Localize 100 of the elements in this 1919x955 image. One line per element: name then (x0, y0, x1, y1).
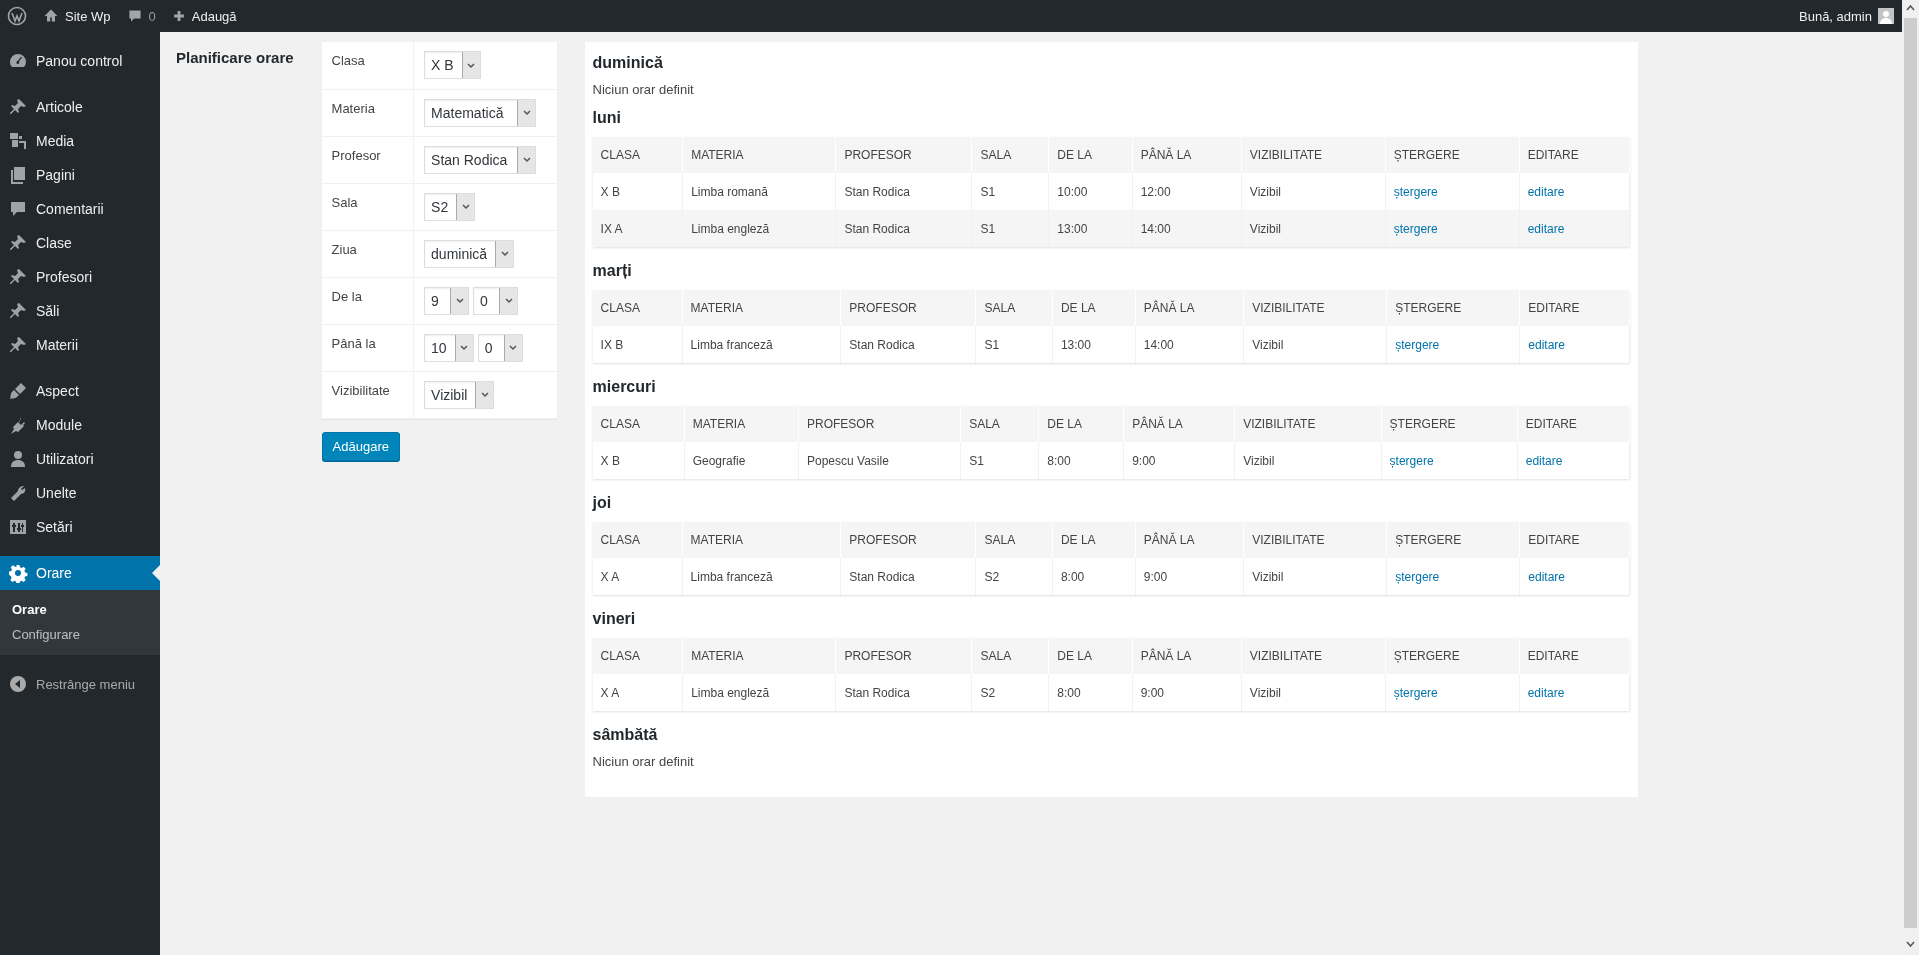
sliders-icon (8, 517, 28, 537)
column-header: CLASA (592, 638, 683, 674)
menu-item[interactable]: Aspect (0, 374, 160, 408)
delete-link[interactable]: ștergere (1393, 685, 1438, 700)
menu-item[interactable]: Media (0, 124, 160, 158)
dropdown[interactable]: 0 (473, 286, 519, 315)
pushpin-icon (8, 233, 28, 253)
table-cell: 12:00 (1132, 173, 1242, 210)
menu-item[interactable]: Articole (0, 90, 160, 124)
new-content-link[interactable]: Adaugă (163, 0, 245, 32)
table-cell: 8:00 (1038, 442, 1124, 479)
day-heading: duminică (592, 54, 663, 72)
column-header: VIZIBILITATE (1241, 638, 1386, 674)
menu-item[interactable]: Module (0, 408, 160, 442)
submenu-item[interactable]: Configurare (0, 622, 92, 647)
chevron-icon (509, 344, 518, 351)
table-cell: 9:00 (1135, 558, 1244, 595)
column-header: MATERIA (684, 406, 799, 442)
dropdown[interactable]: Stan Rodica (424, 145, 537, 174)
delete-link[interactable]: ștergere (1393, 221, 1438, 236)
table-cell: Vizibil (1241, 674, 1386, 711)
edit-link[interactable]: editare (1528, 337, 1565, 352)
submenu-item[interactable]: Orare (0, 597, 59, 622)
comment-icon (8, 199, 28, 219)
column-header: SALA (971, 137, 1049, 173)
column-header: SALA (960, 406, 1039, 442)
table-cell: Stan Rodica (835, 674, 972, 711)
table-cell: 8:00 (1052, 558, 1136, 595)
dropdown[interactable]: duminică (424, 239, 515, 268)
table-cell: Vizibil (1241, 210, 1386, 247)
day-heading: vineri (592, 610, 636, 628)
account-menu[interactable]: Bună, admin (1791, 0, 1902, 32)
column-header: MATERIA (682, 522, 841, 558)
dropdown[interactable]: S2 (424, 192, 476, 221)
table-cell: Limba engleză (682, 210, 836, 247)
table-cell: Stan Rodica (840, 326, 976, 363)
menu-item[interactable]: Panou control (0, 44, 160, 78)
table-cell: Geografie (684, 442, 799, 479)
menu-item[interactable]: Pagini (0, 158, 160, 192)
table-cell: 8:00 (1048, 674, 1133, 711)
table-cell: IX A (592, 210, 683, 247)
field-label: Clasa (321, 42, 414, 89)
column-header: CLASA (592, 406, 685, 442)
column-header: PROFESOR (835, 638, 972, 674)
menu-item[interactable]: Orare (0, 556, 160, 590)
dropdown[interactable]: 10 (424, 333, 474, 362)
field-label: Sala (321, 183, 414, 230)
collapse-menu-button[interactable]: Restrânge meniu (0, 667, 143, 701)
column-header: ȘTERGERE (1386, 522, 1520, 558)
media-icon (8, 131, 28, 151)
column-header: PÂNĂ LA (1135, 290, 1244, 326)
edit-link[interactable]: editare (1525, 453, 1563, 468)
column-header: CLASA (592, 522, 683, 558)
edit-link[interactable]: editare (1527, 184, 1565, 199)
menu-item[interactable]: Săli (0, 294, 160, 328)
table-cell: 14:00 (1132, 210, 1242, 247)
delete-link[interactable]: ștergere (1393, 184, 1438, 199)
column-header: SALA (971, 638, 1049, 674)
column-header: ȘTERGERE (1385, 638, 1520, 674)
edit-link[interactable]: editare (1527, 221, 1565, 236)
menu-item[interactable]: Setări (0, 510, 160, 544)
dropdown[interactable]: 0 (477, 333, 523, 362)
day-heading: marți (592, 262, 632, 280)
chevron-icon (504, 297, 513, 304)
add-button[interactable]: Adăugare (321, 431, 400, 461)
table-cell: X B (592, 442, 685, 479)
menu-item[interactable]: Profesori (0, 260, 160, 294)
table-cell: S2 (971, 674, 1049, 711)
dropdown[interactable]: X B (424, 51, 481, 79)
column-header: VIZIBILITATE (1243, 522, 1387, 558)
edit-link[interactable]: editare (1527, 685, 1565, 700)
column-header: DE LA (1048, 137, 1133, 173)
pushpin-icon (8, 97, 28, 117)
column-header: MATERIA (682, 290, 841, 326)
gear-icon (8, 563, 28, 583)
brush-icon (8, 381, 28, 401)
menu-item[interactable]: Comentarii (0, 192, 160, 226)
delete-link[interactable]: ștergere (1395, 337, 1440, 352)
delete-link[interactable]: ștergere (1389, 453, 1434, 468)
dropdown[interactable]: Matematică (424, 98, 537, 127)
delete-link[interactable]: ștergere (1395, 569, 1440, 584)
dropdown[interactable]: Vizibil (424, 380, 495, 409)
table-cell: 9:00 (1123, 442, 1235, 479)
column-header: PÂNĂ LA (1132, 638, 1242, 674)
column-header: DE LA (1052, 522, 1136, 558)
site-name-link[interactable]: Site Wp (35, 0, 119, 32)
column-header: DE LA (1052, 290, 1136, 326)
day-heading: sâmbătă (592, 726, 658, 744)
table-cell: X A (592, 674, 683, 711)
chevron-icon (455, 297, 464, 304)
menu-item[interactable]: Materii (0, 328, 160, 362)
menu-item[interactable]: Clase (0, 226, 160, 260)
wordpress-logo[interactable] (7, 6, 27, 26)
dropdown[interactable]: 9 (424, 286, 470, 315)
comments-link[interactable]: 0 (118, 0, 164, 32)
column-header: CLASA (592, 137, 683, 173)
table-cell: Vizibil (1234, 442, 1382, 479)
edit-link[interactable]: editare (1528, 569, 1565, 584)
menu-item[interactable]: Unelte (0, 476, 160, 510)
menu-item[interactable]: Utilizatori (0, 442, 160, 476)
